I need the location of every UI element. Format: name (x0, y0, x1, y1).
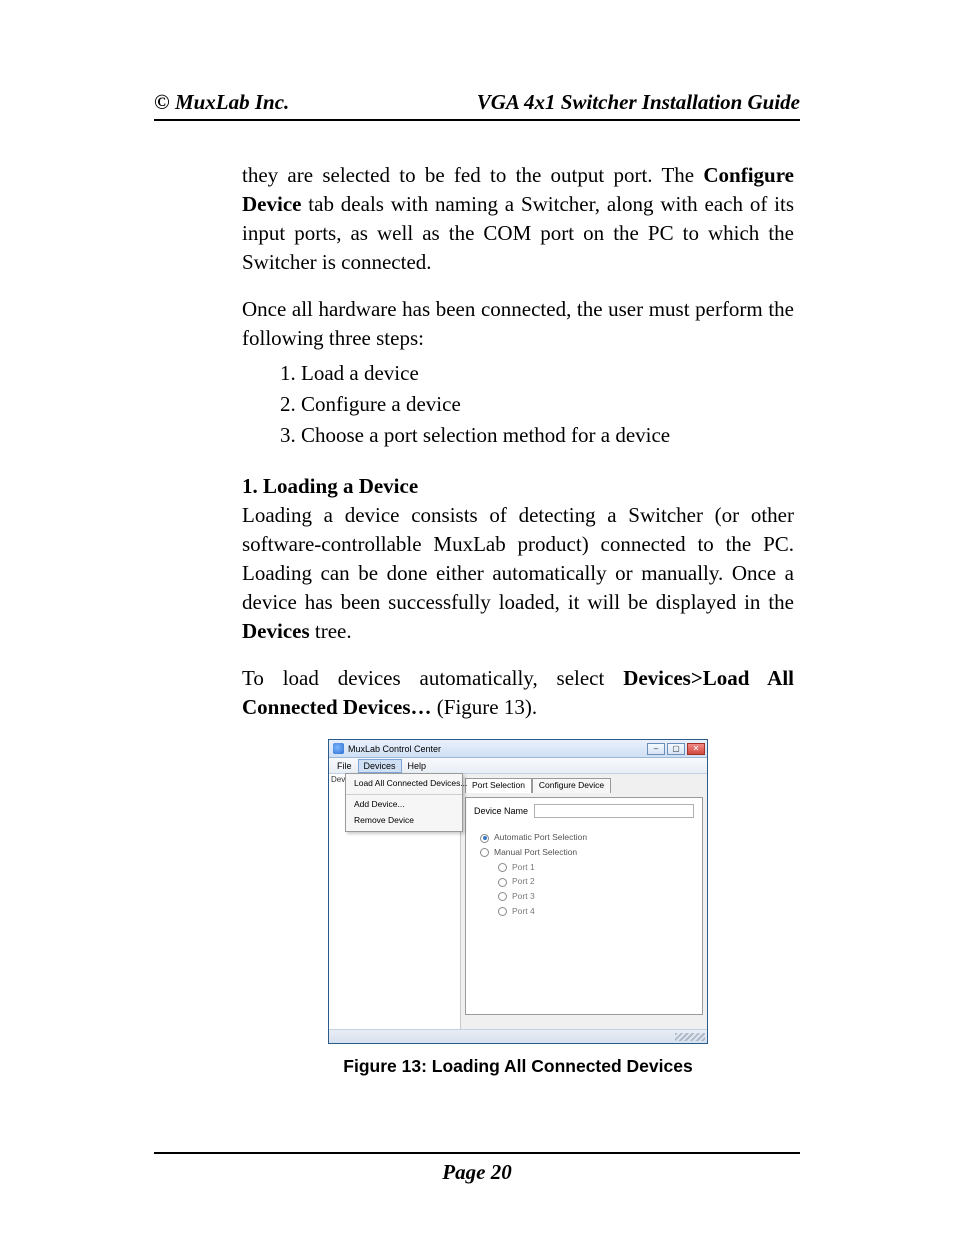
menu-devices[interactable]: Devices (358, 759, 402, 773)
step-3: 3. Choose a port selection method for a … (280, 421, 794, 450)
document-page: © MuxLab Inc. VGA 4x1 Switcher Installat… (0, 0, 954, 1235)
section-heading-loading: 1. Loading a Device (242, 472, 794, 501)
page-footer: Page 20 (154, 1152, 800, 1185)
close-button[interactable]: ✕ (687, 743, 705, 755)
header-rule (154, 119, 800, 121)
header-right: VGA 4x1 Switcher Installation Guide (477, 90, 800, 115)
paragraph-2: Once all hardware has been connected, th… (242, 295, 794, 353)
figure-13: MuxLab Control Center – ▢ ✕ File Devices… (242, 739, 794, 1044)
paragraph-4: To load devices automatically, select De… (242, 664, 794, 722)
tab-panel: Device Name Automatic Port Selection (465, 797, 703, 1015)
footer-rule (154, 1152, 800, 1154)
radio-port1[interactable] (498, 863, 507, 872)
p3-text-c: tree. (310, 619, 352, 643)
dropdown-separator (346, 794, 462, 795)
radio-port4-label: Port 4 (512, 906, 535, 918)
radio-port3-row: Port 3 (498, 891, 694, 903)
device-name-row: Device Name (474, 804, 694, 818)
window-title: MuxLab Control Center (348, 743, 647, 755)
device-name-input[interactable] (534, 804, 694, 818)
step-1: 1. Load a device (280, 359, 794, 388)
menu-remove-device[interactable]: Remove Device (346, 813, 462, 829)
app-icon (333, 743, 344, 754)
tab-configure-device[interactable]: Configure Device (532, 778, 611, 793)
figure-caption: Figure 13: Loading All Connected Devices (242, 1054, 794, 1078)
radio-automatic[interactable] (480, 834, 489, 843)
size-grip[interactable] (675, 1033, 705, 1041)
p1-text-a: they are selected to be fed to the outpu… (242, 163, 703, 187)
titlebar[interactable]: MuxLab Control Center – ▢ ✕ (329, 740, 707, 758)
page-header: © MuxLab Inc. VGA 4x1 Switcher Installat… (154, 90, 800, 115)
radio-port1-label: Port 1 (512, 862, 535, 874)
numbered-steps: 1. Load a device 2. Configure a device 3… (280, 359, 794, 450)
radio-automatic-row: Automatic Port Selection (480, 832, 694, 844)
statusbar (329, 1029, 707, 1043)
radio-manual-label: Manual Port Selection (494, 847, 577, 859)
tree-label: Dev (331, 774, 345, 785)
minimize-button[interactable]: – (647, 743, 665, 755)
radio-port2-row: Port 2 (498, 876, 694, 888)
p1-text-c: tab deals with naming a Switcher, along … (242, 192, 794, 274)
menu-help[interactable]: Help (402, 759, 433, 773)
radio-port3[interactable] (498, 892, 507, 901)
menu-add-device[interactable]: Add Device... (346, 797, 462, 813)
radio-port3-label: Port 3 (512, 891, 535, 903)
client-area: Dev Load All Connected Devices... Add De… (329, 774, 707, 1029)
app-window: MuxLab Control Center – ▢ ✕ File Devices… (328, 739, 708, 1044)
p3-bold: Devices (242, 619, 310, 643)
header-left: © MuxLab Inc. (154, 90, 289, 115)
radio-port1-row: Port 1 (498, 862, 694, 874)
step-2: 2. Configure a device (280, 390, 794, 419)
p4-text-c: (Figure 13). (432, 695, 538, 719)
port-selection-group: Automatic Port Selection Manual Port Sel… (480, 832, 694, 917)
radio-port4-row: Port 4 (498, 906, 694, 918)
radio-automatic-label: Automatic Port Selection (494, 832, 587, 844)
radio-port2[interactable] (498, 878, 507, 887)
radio-port4[interactable] (498, 907, 507, 916)
device-tree-panel: Dev Load All Connected Devices... Add De… (329, 774, 461, 1029)
paragraph-3: Loading a device consists of detecting a… (242, 501, 794, 646)
radio-manual[interactable] (480, 848, 489, 857)
tab-port-selection[interactable]: Port Selection (465, 778, 532, 793)
menubar: File Devices Help (329, 758, 707, 774)
tabstrip: Port Selection Configure Device (465, 778, 703, 793)
p3-text-a: Loading a device consists of detecting a… (242, 503, 794, 614)
p4-text-a: To load devices automatically, select (242, 666, 623, 690)
right-panel: Port Selection Configure Device Device N… (461, 774, 707, 1029)
maximize-button[interactable]: ▢ (667, 743, 685, 755)
body-text: they are selected to be fed to the outpu… (154, 161, 800, 1079)
devices-dropdown: Load All Connected Devices... Add Device… (345, 773, 463, 831)
device-name-label: Device Name (474, 805, 528, 817)
paragraph-1: they are selected to be fed to the outpu… (242, 161, 794, 277)
window-buttons: – ▢ ✕ (647, 743, 705, 755)
radio-manual-row: Manual Port Selection (480, 847, 694, 859)
menu-load-all-connected-devices[interactable]: Load All Connected Devices... (346, 776, 462, 792)
page-number: Page 20 (154, 1160, 800, 1185)
radio-port2-label: Port 2 (512, 876, 535, 888)
menu-file[interactable]: File (331, 759, 358, 773)
